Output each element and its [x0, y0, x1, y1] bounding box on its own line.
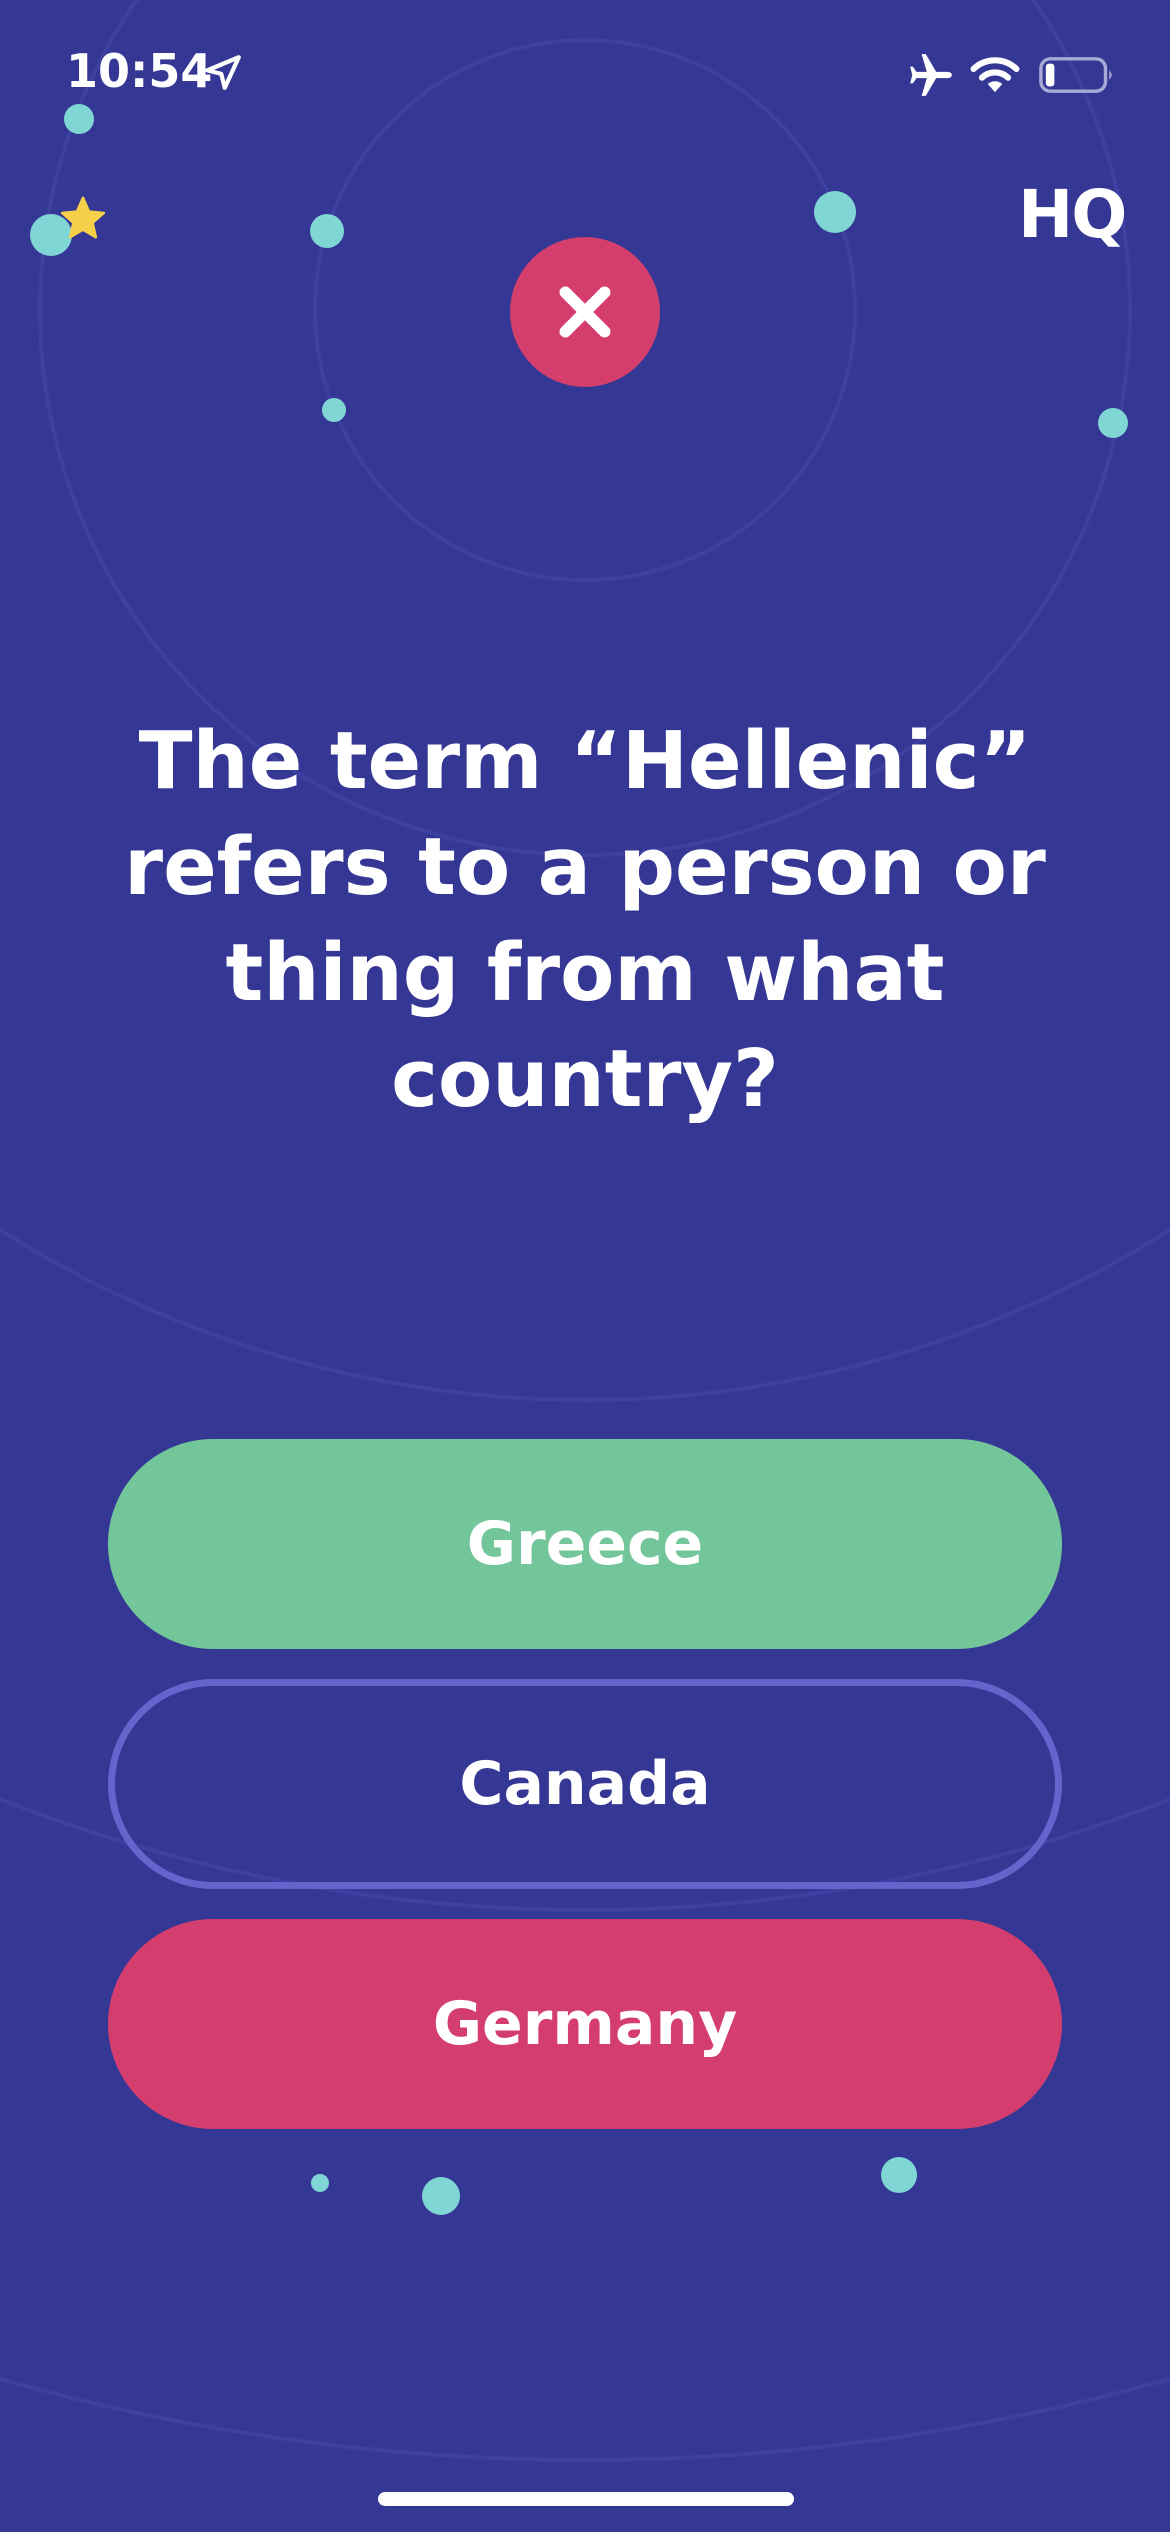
hq-logo: HQ [1018, 176, 1127, 253]
location-arrow-icon [205, 55, 241, 90]
answer-label: Greece [466, 1509, 704, 1579]
close-x-icon [559, 286, 611, 338]
status-time: 10:54 [66, 44, 213, 98]
answer-option-canada[interactable]: Canada [108, 1679, 1062, 1889]
decor-dot [814, 191, 856, 233]
wifi-icon [970, 57, 1020, 93]
decor-dot [881, 2157, 917, 2193]
answer-option-germany[interactable]: Germany [108, 1919, 1062, 2129]
home-indicator[interactable] [378, 2492, 794, 2506]
decor-dot [311, 2174, 329, 2192]
decor-dot [322, 398, 346, 422]
decor-dot [422, 2177, 460, 2215]
decor-dot [310, 214, 344, 248]
answer-label: Canada [459, 1749, 711, 1819]
decor-dot [64, 104, 94, 134]
decor-dot [1098, 408, 1128, 438]
battery-low-icon [1039, 57, 1112, 93]
status-bar: 10:54 [0, 0, 1170, 150]
question-text: The term “Hellenic” refers to a person o… [124, 715, 1046, 1125]
star-icon [60, 196, 106, 239]
answer-option-greece[interactable]: Greece [108, 1439, 1062, 1649]
answer-label: Germany [432, 1989, 738, 2059]
airplane-icon [910, 54, 952, 96]
wrong-answer-badge [510, 237, 660, 387]
